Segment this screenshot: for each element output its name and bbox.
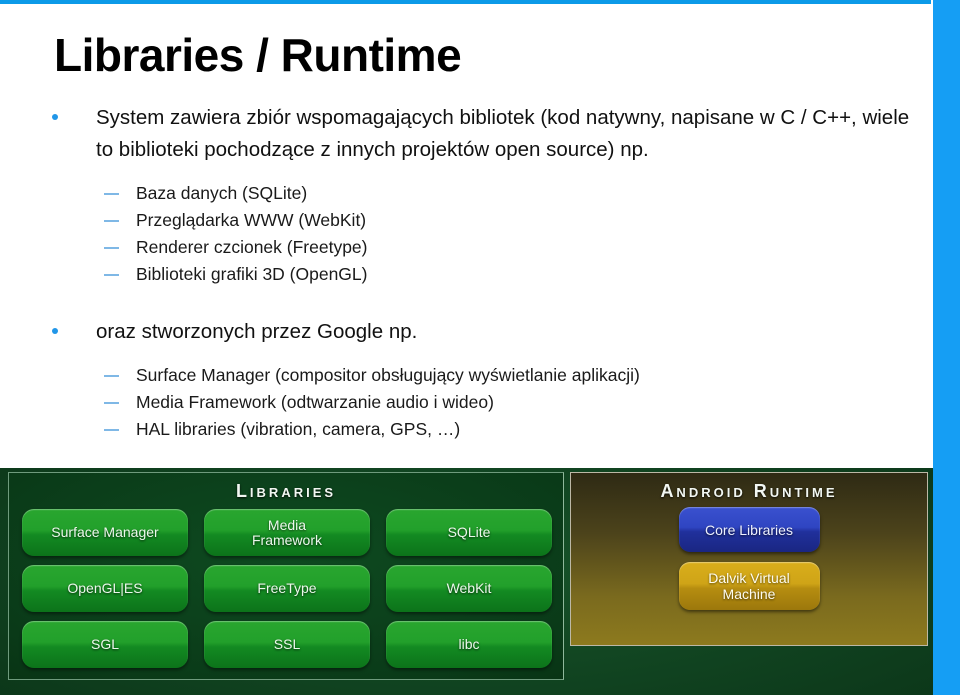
android-runtime-panel: Android Runtime Core Libraries Dalvik Vi… bbox=[570, 472, 928, 646]
right-accent-bar bbox=[933, 0, 960, 695]
lib-button-media-framework[interactable]: Media Framework bbox=[204, 509, 370, 556]
bullet-list: System zawiera zbiór wspomagających bibl… bbox=[0, 102, 933, 443]
bullet-level1: System zawiera zbiór wspomagających bibl… bbox=[0, 102, 933, 166]
bullet-level2: Media Framework (odtwarzanie audio i wid… bbox=[0, 389, 933, 416]
libraries-button-grid: Surface Manager Media Framework SQLite Op… bbox=[22, 509, 552, 677]
runtime-button-dalvik-virtual-machine[interactable]: Dalvik Virtual Machine bbox=[678, 562, 820, 610]
libraries-row: SGL SSL libc bbox=[22, 621, 552, 668]
bullet-dash-icon bbox=[104, 402, 119, 404]
lib-button-surface-manager[interactable]: Surface Manager bbox=[22, 509, 188, 556]
libraries-row: OpenGL|ES FreeType WebKit bbox=[22, 565, 552, 612]
android-architecture-diagram: Libraries Surface Manager Media Framework… bbox=[0, 468, 933, 695]
page-title: Libraries / Runtime bbox=[54, 29, 462, 81]
bullet-level2: Renderer czcionek (Freetype) bbox=[0, 234, 933, 261]
lib-button-webkit[interactable]: WebKit bbox=[386, 565, 552, 612]
runtime-panel-heading: Android Runtime bbox=[660, 481, 838, 501]
bullet-text: Surface Manager (compositor obsługujący … bbox=[136, 365, 640, 385]
libraries-panel-heading: Libraries bbox=[235, 481, 337, 501]
bullet-dash-icon bbox=[104, 247, 119, 249]
bullet-level1: oraz stworzonych przez Google np. bbox=[0, 316, 933, 348]
lib-button-sqlite[interactable]: SQLite bbox=[386, 509, 552, 556]
bullet-text: Renderer czcionek (Freetype) bbox=[136, 237, 368, 257]
bullet-dash-icon bbox=[104, 274, 119, 276]
libraries-row: Surface Manager Media Framework SQLite bbox=[22, 509, 552, 556]
bullet-dot-icon bbox=[52, 328, 58, 334]
slide-content: Libraries / Runtime System zawiera zbiór… bbox=[0, 4, 933, 468]
bullet-dash-icon bbox=[104, 193, 119, 195]
bullet-text: Biblioteki grafiki 3D (OpenGL) bbox=[136, 264, 368, 284]
bullet-text: Baza danych (SQLite) bbox=[136, 183, 308, 203]
runtime-button-core-libraries[interactable]: Core Libraries bbox=[678, 507, 820, 552]
bullet-level2: Biblioteki grafiki 3D (OpenGL) bbox=[0, 261, 933, 288]
bullet-dash-icon bbox=[104, 220, 119, 222]
bullet-text: oraz stworzonych przez Google np. bbox=[96, 320, 418, 343]
runtime-button-group: Core Libraries Dalvik Virtual Machine bbox=[571, 507, 927, 610]
bullet-text: HAL libraries (vibration, camera, GPS, …… bbox=[136, 419, 461, 439]
bullet-dash-icon bbox=[104, 429, 119, 431]
bullet-dot-icon bbox=[52, 114, 58, 120]
bullet-level2: Przeglądarka WWW (WebKit) bbox=[0, 207, 933, 234]
slide-canvas: Libraries / Runtime System zawiera zbiór… bbox=[0, 0, 960, 695]
lib-button-sgl[interactable]: SGL bbox=[22, 621, 188, 668]
bullet-level2: HAL libraries (vibration, camera, GPS, …… bbox=[0, 416, 933, 443]
lib-button-ssl[interactable]: SSL bbox=[204, 621, 370, 668]
bullet-text: System zawiera zbiór wspomagających bibl… bbox=[96, 106, 910, 161]
lib-button-freetype[interactable]: FreeType bbox=[204, 565, 370, 612]
bullet-level2: Baza danych (SQLite) bbox=[0, 180, 933, 207]
bullet-text: Media Framework (odtwarzanie audio i wid… bbox=[136, 392, 494, 412]
bullet-level2: Surface Manager (compositor obsługujący … bbox=[0, 362, 933, 389]
lib-button-opengl-es[interactable]: OpenGL|ES bbox=[22, 565, 188, 612]
lib-button-libc[interactable]: libc bbox=[386, 621, 552, 668]
bullet-text: Przeglądarka WWW (WebKit) bbox=[136, 210, 367, 230]
bullet-dash-icon bbox=[104, 375, 119, 377]
libraries-panel: Libraries Surface Manager Media Framework… bbox=[8, 472, 564, 680]
